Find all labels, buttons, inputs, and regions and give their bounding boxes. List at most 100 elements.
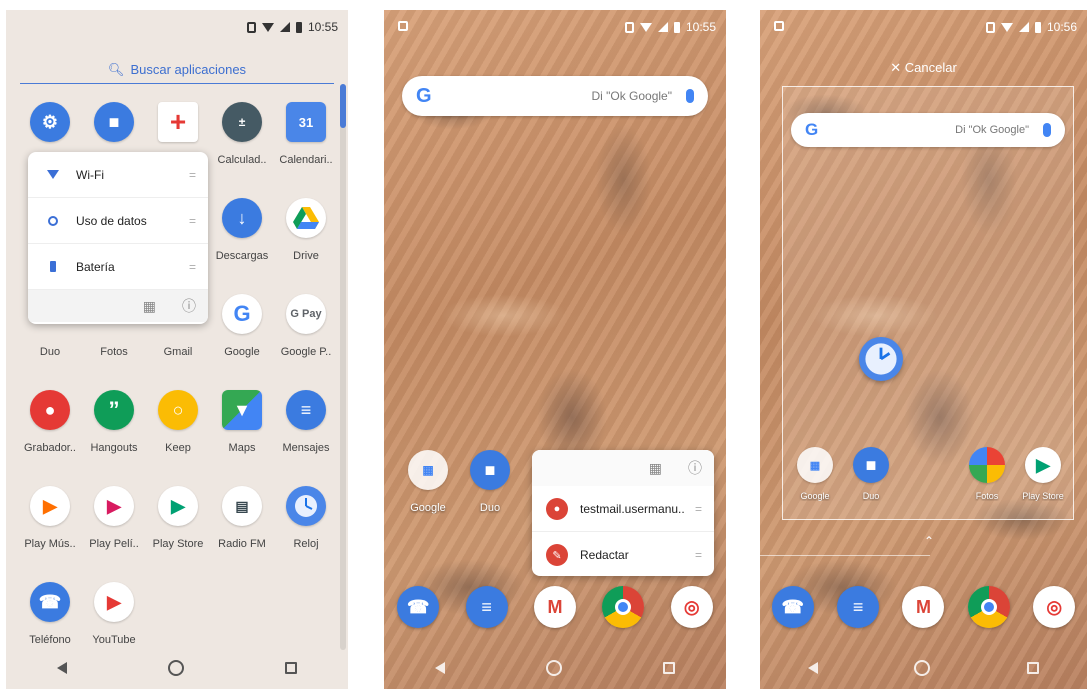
drag-handle-icon[interactable]: = (189, 168, 196, 182)
app-hangouts[interactable]: ” Hangouts (82, 390, 146, 454)
camera-icon[interactable]: ◎ (1033, 586, 1076, 628)
cancel-label: Cancelar (904, 60, 957, 75)
youtube-icon: ▶ (94, 582, 134, 622)
cancel-button[interactable]: ✕ Cancelar (760, 60, 1087, 76)
message-icon[interactable]: ≡ (837, 586, 880, 628)
app-label: Play Store (1022, 491, 1064, 501)
chevron-up-icon[interactable]: ⌃ (924, 534, 934, 548)
signal-icon (657, 22, 668, 32)
dock: ☎ ≡ M ◎ (760, 586, 1087, 628)
app-recorder[interactable]: ● Grabador.. (18, 390, 82, 454)
app-maps[interactable]: ▼ Maps (210, 390, 274, 454)
app-google[interactable]: G Google (210, 294, 274, 358)
chrome-icon[interactable] (967, 586, 1010, 628)
app-phone[interactable]: ☎ Teléfono (18, 582, 82, 646)
camera-icon[interactable]: ◎ (670, 586, 713, 628)
app-messages[interactable]: ≡ Mensajes (274, 390, 338, 454)
app-play-store[interactable]: ▶ Play Store (146, 486, 210, 550)
recents-icon[interactable] (1026, 662, 1039, 674)
scrollbar-thumb[interactable] (340, 84, 346, 128)
google-folder[interactable]: ▦ Google (783, 447, 847, 501)
clock-widget[interactable] (859, 337, 903, 381)
app-settings[interactable]: ⚙ (18, 102, 82, 142)
shortcut-battery[interactable]: Batería = (28, 244, 208, 290)
google-folder[interactable]: ▦ Google (396, 450, 460, 514)
app-play-store[interactable]: ▶ Play Store (1011, 447, 1075, 501)
shortcut-data-usage[interactable]: Uso de datos = (28, 198, 208, 244)
app-photos[interactable]: Fotos (955, 447, 1019, 501)
app-radio-fm[interactable]: ▤ Radio FM (210, 486, 274, 550)
phone-icon[interactable]: ☎ (771, 586, 814, 628)
app-label: Google (800, 491, 830, 501)
home-icon[interactable] (545, 660, 562, 676)
gmail-icon[interactable]: M (533, 586, 576, 628)
search-icon: 🔍︎ (107, 61, 125, 77)
recents-icon[interactable] (663, 662, 676, 674)
app-play-movies[interactable]: ▶ Play Pelí.. (82, 486, 146, 550)
app-label: Google P.. (280, 346, 332, 358)
home-icon[interactable] (167, 660, 184, 676)
message-icon: ≡ (286, 390, 326, 430)
info-icon[interactable]: ⓘ (182, 296, 196, 316)
settings-shortcuts-popup: Wi-Fi = Uso de datos = Batería = ▦ ⓘ (28, 152, 208, 324)
folder-icon: ■ (94, 102, 134, 142)
red-cross-icon: + (158, 102, 198, 142)
back-icon[interactable] (434, 662, 445, 674)
recents-icon[interactable] (285, 662, 298, 674)
app-label: Reloj (293, 538, 319, 550)
app-label: Descargas (215, 250, 269, 262)
dock: ☎ ≡ M ◎ (384, 586, 726, 628)
app-files[interactable]: ■ (82, 102, 146, 142)
drag-handle-icon[interactable]: = (695, 548, 702, 562)
drag-handle-icon[interactable]: = (189, 260, 196, 274)
wifi-icon (47, 170, 59, 179)
microphone-icon[interactable] (686, 89, 694, 103)
app-drive[interactable]: Drive (274, 198, 338, 262)
app-downloads[interactable]: ↓ Descargas (210, 198, 274, 262)
widgets-icon[interactable]: ▦ (649, 460, 662, 477)
shortcut-wifi[interactable]: Wi-Fi = (28, 152, 208, 198)
app-label: Google (224, 346, 260, 358)
play-music-icon: ▶ (30, 486, 70, 526)
app-label: Calendari.. (279, 154, 333, 166)
app-google-pay[interactable]: G Pay Google P.. (274, 294, 338, 358)
phone-home-gmail-shortcuts: 10:55 G Di "Ok Google" ▦ Google ■ Duo ▦ … (384, 10, 726, 689)
app-calendar[interactable]: 31 Calendari.. (274, 102, 338, 166)
hangouts-icon: ” (94, 390, 134, 430)
back-icon[interactable] (808, 662, 819, 674)
drag-handle-icon[interactable]: = (695, 502, 702, 516)
video-camera-icon: ■ (853, 447, 889, 483)
chrome-icon[interactable] (602, 586, 645, 628)
shortcut-account[interactable]: ● testmail.usermanu.. = (532, 486, 714, 532)
phone-icon: ☎ (30, 582, 70, 622)
info-icon[interactable]: ⓘ (688, 458, 702, 478)
app-duo[interactable]: ■ Duo (839, 447, 903, 501)
app-keep[interactable]: ○ Keep (146, 390, 210, 454)
wifi-icon (261, 22, 274, 32)
app-play-music[interactable]: ▶ Play Mús.. (18, 486, 82, 550)
drag-handle-icon[interactable]: = (189, 214, 196, 228)
search-hint: Di "Ok Google" (955, 124, 1029, 136)
google-search-bar[interactable]: G Di "Ok Google" (791, 113, 1065, 147)
page-indicator-line (760, 555, 930, 556)
phone-icon[interactable]: ☎ (397, 586, 440, 628)
radio-icon: ▤ (222, 486, 262, 526)
map-pin-icon: ▼ (222, 390, 262, 430)
shortcut-label: testmail.usermanu.. (580, 501, 685, 516)
widgets-icon[interactable]: ▦ (143, 298, 156, 315)
app-clock[interactable]: Reloj (274, 486, 338, 550)
shortcut-compose[interactable]: ✎ Redactar = (532, 532, 714, 576)
microphone-icon[interactable] (1043, 123, 1051, 137)
home-icon[interactable] (914, 660, 931, 676)
search-hint: Di "Ok Google" (591, 89, 672, 103)
app-search-bar[interactable]: 🔍︎ Buscar aplicaciones (20, 56, 334, 84)
app-first-aid[interactable]: + (146, 102, 210, 142)
back-icon[interactable] (56, 662, 67, 674)
gmail-icon[interactable]: M (902, 586, 945, 628)
app-duo[interactable]: ■ Duo (458, 450, 522, 514)
vibrate-icon (624, 21, 634, 33)
app-youtube[interactable]: ▶ YouTube (82, 582, 146, 646)
google-search-bar[interactable]: G Di "Ok Google" (402, 76, 708, 116)
message-icon[interactable]: ≡ (465, 586, 508, 628)
app-calculator[interactable]: ± Calculad.. (210, 102, 274, 166)
